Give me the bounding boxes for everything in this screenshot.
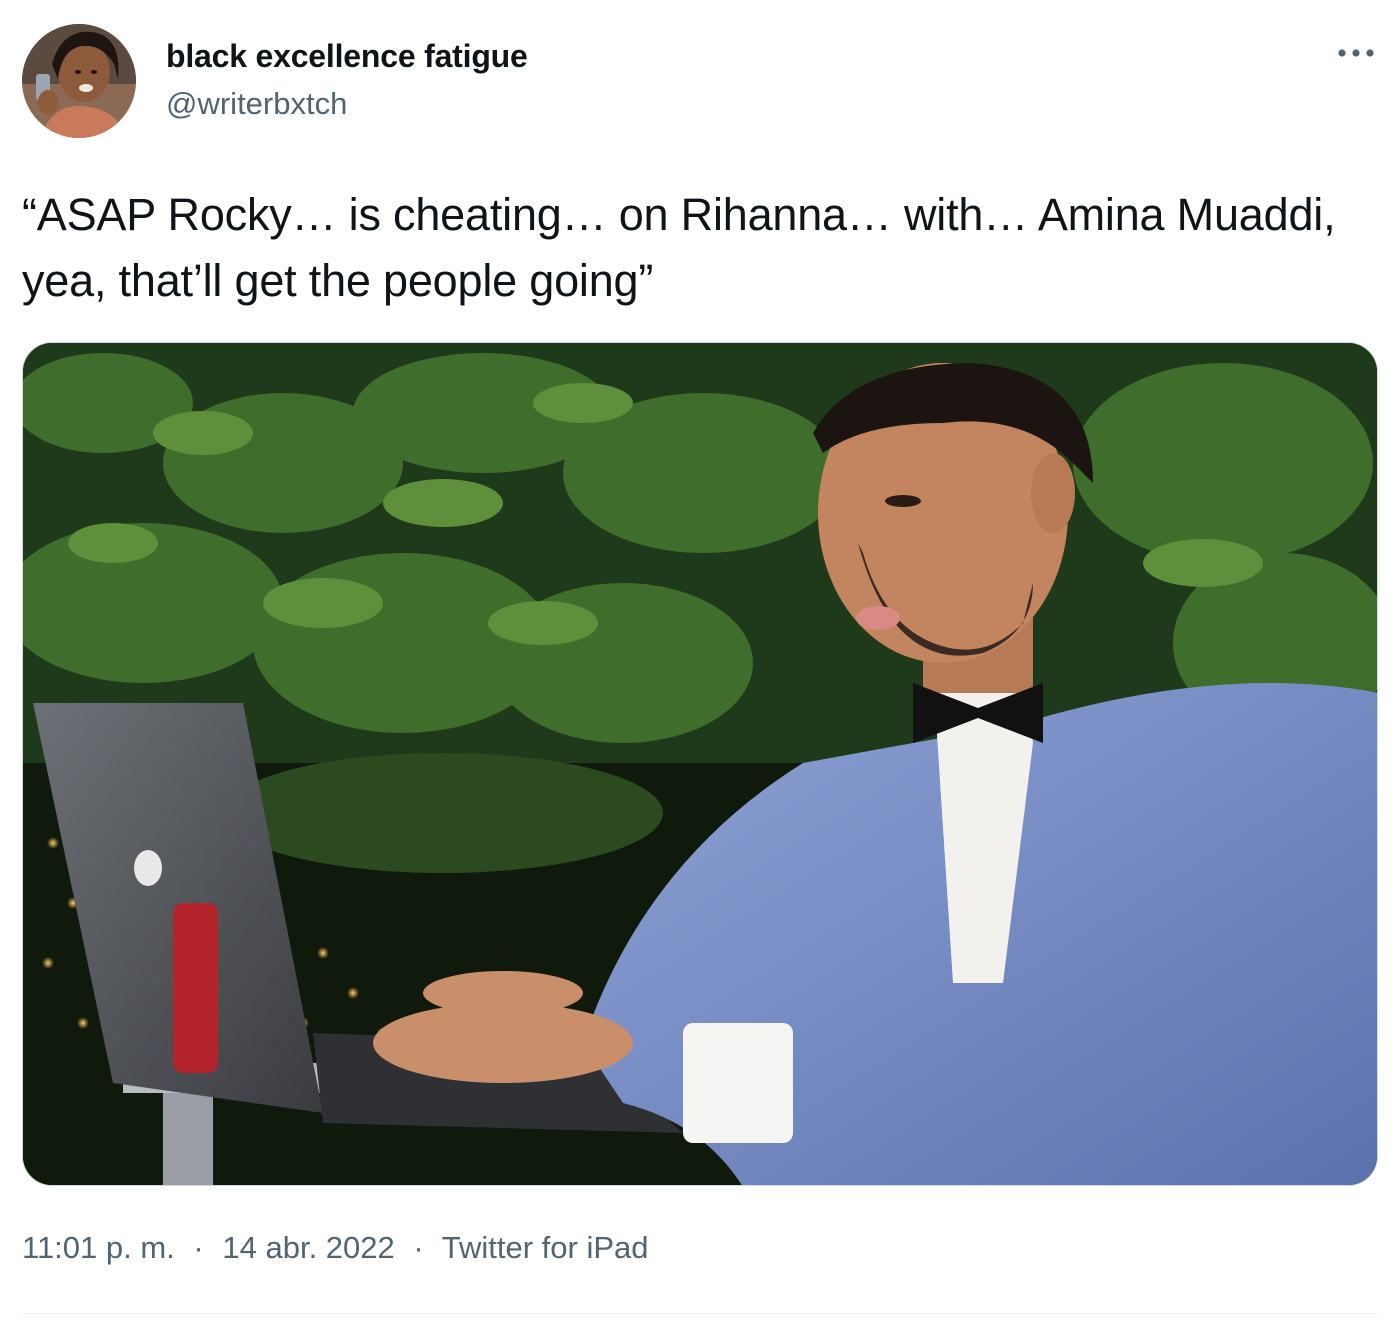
photo-man-at-laptop-icon xyxy=(23,343,1377,1185)
meta-separator: · xyxy=(193,1230,204,1265)
tweet-time[interactable]: 11:01 p. m. xyxy=(22,1230,175,1265)
tweet-photo[interactable] xyxy=(22,342,1378,1186)
tweet-text: “ASAP Rocky… is cheating… on Rihanna… wi… xyxy=(22,189,1336,306)
author-handle[interactable]: @writerbxtch xyxy=(166,86,347,122)
author-avatar[interactable] xyxy=(22,24,136,138)
more-options-button[interactable] xyxy=(1336,38,1376,68)
tweet-date[interactable]: 14 abr. 2022 xyxy=(222,1230,394,1265)
tweet-source[interactable]: Twitter for iPad xyxy=(442,1230,649,1265)
meta-separator: · xyxy=(413,1230,424,1265)
divider xyxy=(22,1313,1378,1314)
avatar-image-icon xyxy=(22,24,136,138)
tweet-card: black excellence fatigue @writerbxtch “A… xyxy=(0,0,1400,1333)
author-display-name[interactable]: black excellence fatigue xyxy=(166,38,528,75)
tweet-meta: 11:01 p. m. · 14 abr. 2022 · Twitter for… xyxy=(22,1230,649,1266)
more-horizontal-icon xyxy=(1338,49,1374,57)
